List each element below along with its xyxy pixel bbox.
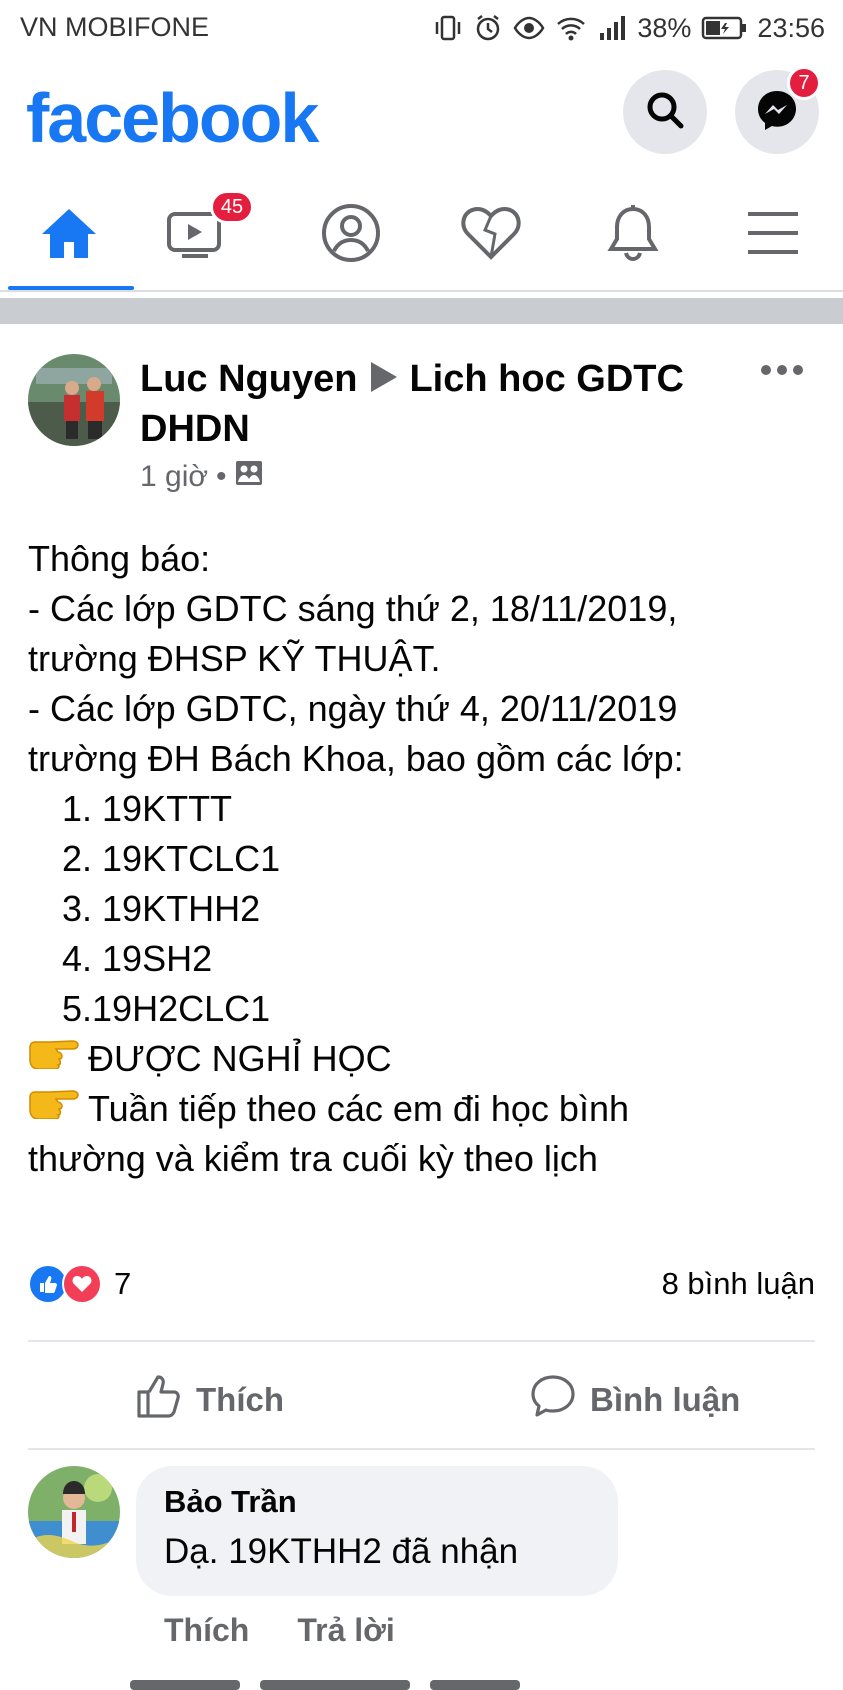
post-line: Tuần tiếp theo các em đi học bình bbox=[28, 1084, 828, 1134]
notifications-icon bbox=[606, 203, 660, 268]
post-time[interactable]: 1 giờ bbox=[140, 460, 208, 494]
comment-reply-button[interactable]: Trả lời bbox=[297, 1612, 394, 1649]
class-list-item: 3. 19KTHH2 bbox=[62, 888, 261, 929]
post-line: thường và kiểm tra cuối kỳ theo lịch bbox=[28, 1138, 598, 1179]
class-list-item: 2. 19KTCLC1 bbox=[62, 838, 281, 879]
comment-label: Bình luận bbox=[590, 1381, 741, 1418]
post-line: ĐƯỢC NGHỈ HỌC bbox=[28, 1034, 828, 1084]
tab-dating[interactable] bbox=[446, 200, 536, 270]
tab-profile[interactable] bbox=[306, 200, 396, 270]
notice-next-week: Tuần tiếp theo các em đi học bình bbox=[88, 1088, 630, 1129]
messenger-button[interactable]: 7 bbox=[735, 66, 821, 154]
comment-text: Dạ. 19KTHH2 đã nhận bbox=[164, 1532, 519, 1571]
search-icon bbox=[643, 88, 687, 137]
love-reaction-icon bbox=[62, 1264, 102, 1304]
group-icon bbox=[235, 460, 263, 494]
feed-separator bbox=[0, 298, 843, 324]
search-button[interactable] bbox=[623, 70, 707, 154]
more-dots-icon bbox=[760, 365, 804, 382]
commenter-avatar[interactable] bbox=[28, 1466, 120, 1558]
comment-like-button[interactable]: Thích bbox=[164, 1612, 249, 1649]
class-list-item: 4. 19SH2 bbox=[62, 938, 213, 979]
post-line: - Các lớp GDTC, ngày thứ 4, 20/11/2019 bbox=[28, 688, 678, 729]
app-header: facebook 7 bbox=[0, 58, 843, 178]
next-comment-peek bbox=[120, 1670, 600, 1690]
post-line: trường ĐHSP KỸ THUẬT. bbox=[28, 638, 441, 679]
profile-icon bbox=[321, 203, 381, 268]
carrier-name: VN MOBIFONE bbox=[20, 12, 210, 42]
post-line: - Các lớp GDTC sáng thứ 2, 18/11/2019, bbox=[28, 588, 678, 629]
post-line: Thông báo: bbox=[28, 538, 211, 579]
nav-divider bbox=[0, 290, 843, 292]
status-bar: VN MOBIFONE 38% 23:56 bbox=[0, 0, 843, 58]
alarm-icon bbox=[473, 13, 503, 43]
tab-notifications[interactable] bbox=[588, 200, 678, 270]
notice-day-off: ĐƯỢC NGHỈ HỌC bbox=[88, 1038, 392, 1079]
battery-icon bbox=[701, 15, 747, 41]
wifi-icon bbox=[555, 13, 587, 43]
pointing-hand-icon bbox=[28, 1032, 80, 1082]
watch-badge: 45 bbox=[210, 190, 254, 224]
pointing-hand-icon bbox=[28, 1082, 80, 1132]
facebook-logo[interactable]: facebook bbox=[26, 78, 319, 158]
comment-bubble-icon bbox=[530, 1374, 576, 1426]
class-list-item: 5.19H2CLC1 bbox=[62, 988, 271, 1029]
comment-actions: Thích Trả lời bbox=[164, 1612, 395, 1649]
tab-home[interactable] bbox=[24, 200, 114, 270]
divider bbox=[28, 1340, 815, 1342]
commenter-name[interactable]: Bảo Trần bbox=[164, 1484, 297, 1520]
meta-dot: • bbox=[216, 460, 227, 493]
reaction-summary[interactable]: 7 bbox=[28, 1264, 131, 1304]
eye-icon bbox=[513, 13, 545, 43]
comment-button[interactable]: Bình luận bbox=[530, 1372, 740, 1428]
like-button[interactable]: Thích bbox=[136, 1372, 284, 1428]
post-header: Luc Nguyen Lich hoc GDTC DHDN bbox=[140, 354, 760, 454]
tab-menu[interactable] bbox=[728, 200, 818, 270]
post-body: Thông báo: - Các lớp GDTC sáng thứ 2, 18… bbox=[28, 534, 828, 1184]
messenger-badge: 7 bbox=[787, 66, 821, 100]
author-name[interactable]: Luc Nguyen bbox=[140, 358, 357, 400]
battery-percent: 38% bbox=[637, 12, 692, 43]
like-label: Thích bbox=[196, 1381, 284, 1418]
menu-icon bbox=[746, 210, 800, 261]
vibrate-icon bbox=[433, 13, 463, 43]
post-line: trường ĐH Bách Khoa, bao gồm các lớp: bbox=[28, 738, 684, 779]
post-meta: 1 giờ • bbox=[140, 460, 263, 494]
comment-bubble[interactable]: Bảo Trần Dạ. 19KTHH2 đã nhận bbox=[136, 1466, 618, 1596]
comment-count-link[interactable]: 8 bình luận bbox=[662, 1264, 815, 1304]
clock-time: 23:56 bbox=[757, 12, 825, 43]
tab-watch[interactable]: 45 bbox=[150, 190, 254, 270]
tab-bar: 45 bbox=[0, 178, 843, 292]
class-list-item: 1. 19KTTT bbox=[62, 788, 233, 829]
divider bbox=[28, 1448, 815, 1450]
home-icon bbox=[39, 206, 99, 265]
author-avatar[interactable] bbox=[28, 354, 120, 446]
dating-heart-icon bbox=[461, 205, 521, 266]
post-options-button[interactable] bbox=[760, 362, 804, 383]
status-icons: 38% 23:56 bbox=[433, 10, 825, 46]
thumbs-up-icon bbox=[136, 1374, 182, 1426]
share-arrow-icon bbox=[371, 361, 398, 392]
signal-icon bbox=[597, 13, 627, 43]
reaction-count: 7 bbox=[114, 1266, 132, 1301]
